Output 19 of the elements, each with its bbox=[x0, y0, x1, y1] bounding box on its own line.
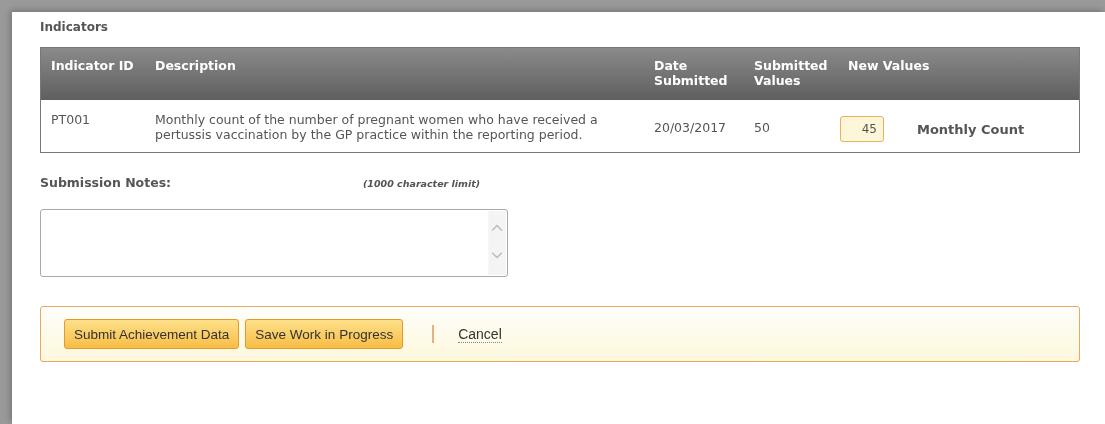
action-button[interactable]: Submit Achievement Data bbox=[64, 319, 240, 349]
column-header: Description bbox=[155, 47, 654, 100]
table-cell: PT001 bbox=[51, 112, 91, 127]
column-header: Date Submitted bbox=[654, 47, 754, 100]
notes-field[interactable] bbox=[40, 209, 508, 277]
section-title: Indicators bbox=[40, 20, 109, 34]
column-header: Indicator ID bbox=[40, 47, 155, 100]
table-cell-text: 20/03/2017 bbox=[654, 120, 728, 135]
scrollbar[interactable] bbox=[488, 211, 506, 275]
notes-label: Submission Notes: bbox=[40, 175, 173, 190]
action-button[interactable]: Save Work in Progress bbox=[245, 319, 404, 349]
table-cell: Monthly count of the number of pregnant women who have received a pertussis vaccination by the GP practice within the reporting period. bbox=[155, 112, 598, 142]
table-cell: 50 bbox=[754, 120, 770, 135]
unit-label: Monthly Count bbox=[917, 121, 1025, 137]
character-limit: (1000 character limit) bbox=[363, 178, 481, 189]
value-input[interactable]: 45 bbox=[840, 116, 884, 142]
cancel-link[interactable]: Cancel bbox=[458, 325, 502, 343]
column-header: New Values bbox=[848, 47, 1080, 100]
column-header: Submitted Values bbox=[754, 47, 848, 100]
